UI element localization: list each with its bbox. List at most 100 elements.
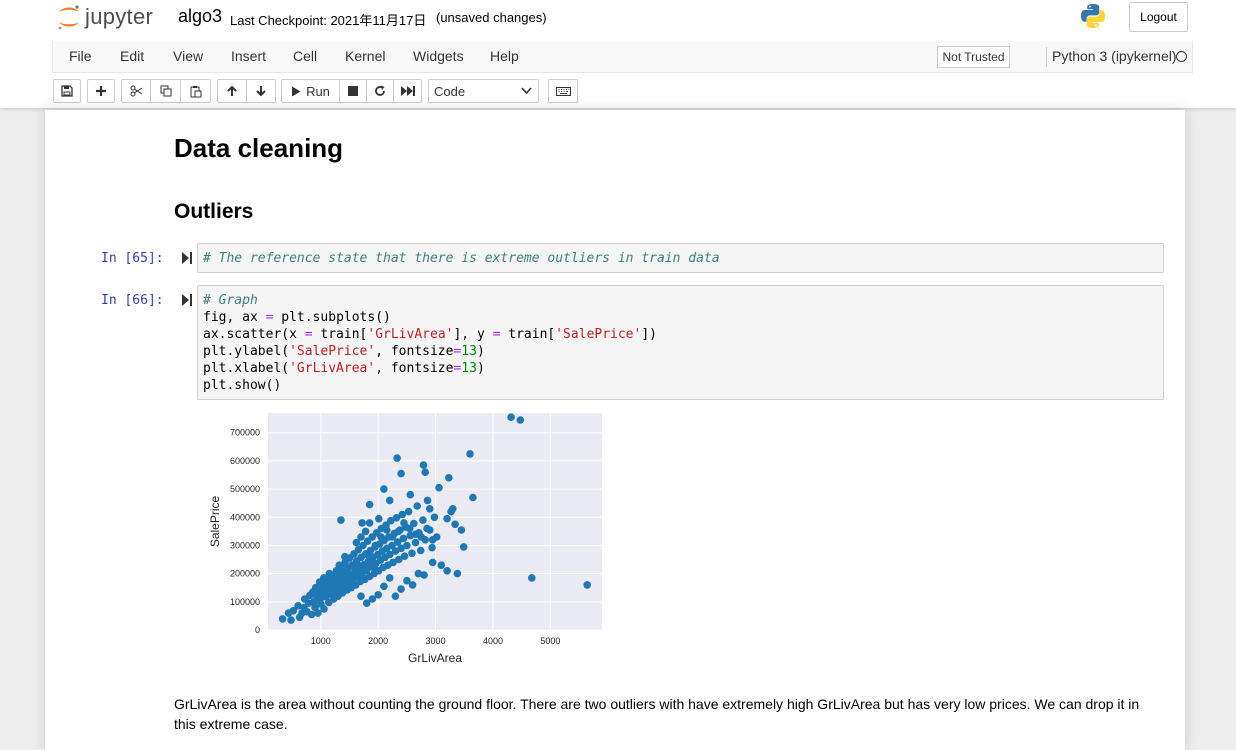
cell-66-run-icon[interactable]: [182, 294, 192, 306]
data-point: [383, 526, 391, 534]
x-axis-label: GrLivArea: [408, 651, 462, 665]
cell-65-prompt: In [65]:: [101, 251, 164, 266]
data-point: [449, 505, 457, 513]
stop-icon: [348, 86, 358, 96]
data-point: [428, 536, 437, 544]
data-point: [337, 586, 345, 595]
code-line: plt.show(): [203, 378, 282, 393]
data-point: [459, 543, 468, 551]
python-logo-icon: [1081, 4, 1105, 28]
data-point: [400, 552, 409, 560]
interrupt-button[interactable]: [339, 79, 367, 103]
data-point: [391, 592, 400, 600]
restart-run-all-button[interactable]: [393, 79, 422, 103]
data-point: [317, 588, 325, 596]
data-point: [413, 502, 421, 510]
arrow-down-icon: [256, 86, 266, 97]
command-palette-button[interactable]: [548, 79, 578, 103]
cell-66-input[interactable]: # Graph fig, ax = plt.subplots() ax.scatte…: [197, 285, 1164, 400]
menu-kernel[interactable]: Kernel: [345, 48, 385, 64]
menu-cell[interactable]: Cell: [293, 48, 317, 64]
code-line: ax.scatter(x = train['GrLivArea'], y = t…: [203, 327, 657, 342]
menu-widgets[interactable]: Widgets: [413, 48, 464, 64]
x-tick-label: 4000: [483, 636, 503, 646]
data-point: [466, 450, 474, 458]
data-point: [417, 533, 425, 541]
save-button[interactable]: [53, 79, 81, 103]
markdown-paragraph: GrLivArea is the area without counting t…: [174, 696, 1140, 732]
play-icon: [292, 86, 301, 96]
arrow-up-icon: [227, 85, 237, 96]
data-point: [583, 581, 591, 589]
run-button[interactable]: Run: [281, 79, 340, 103]
keyboard-icon: [555, 86, 571, 96]
menu-file[interactable]: File: [69, 48, 92, 64]
scatter-plot: 1000 2000 3000 4000 5000 0 100000 200000 300000 4…: [208, 413, 602, 665]
data-point: [403, 576, 411, 585]
notebook-header: jupyter algo3 Last Checkpoint: 2021年11月1…: [0, 0, 1236, 108]
save-icon: [61, 85, 73, 97]
y-tick-label: 400000: [230, 512, 260, 522]
menu-insert[interactable]: Insert: [231, 48, 266, 64]
data-point: [365, 500, 374, 509]
data-point: [393, 454, 401, 462]
code-line: # Graph: [203, 293, 258, 308]
run-label: Run: [306, 83, 330, 99]
x-tick-label: 2000: [368, 636, 388, 646]
menu-help[interactable]: Help: [490, 48, 519, 64]
data-point: [404, 507, 413, 516]
checkpoint-status: Last Checkpoint: 2021年11月17日: [230, 13, 427, 28]
cell-66-prompt: In [66]:: [101, 293, 164, 308]
cell-type-value: Code: [434, 83, 466, 99]
not-trusted-button[interactable]: Not Trusted: [937, 46, 1010, 68]
data-point: [437, 561, 446, 569]
fast-forward-icon: [400, 86, 415, 96]
markdown-heading-data-cleaning: Data cleaning: [174, 133, 344, 163]
data-point: [365, 519, 374, 527]
data-point: [371, 541, 380, 550]
data-point: [358, 519, 366, 527]
code-line: plt.ylabel('SalePrice', fontsize=13): [203, 344, 485, 359]
y-axis-label: SalePrice: [208, 495, 222, 547]
data-point: [507, 413, 515, 421]
data-point: [354, 561, 362, 569]
cut-button[interactable]: [121, 79, 151, 103]
code-line: plt.xlabel('GrLivArea', fontsize=13): [203, 361, 485, 376]
data-point: [423, 524, 431, 533]
data-point: [428, 558, 437, 567]
data-point: [443, 567, 451, 575]
data-point: [457, 526, 466, 534]
menubar: File Edit View Insert Cell Kernel Widget…: [52, 41, 1193, 73]
data-point: [399, 534, 408, 543]
data-point: [451, 520, 459, 529]
data-point: [419, 461, 428, 469]
cell-65-input[interactable]: # The reference state that there is extr…: [197, 243, 1164, 273]
restart-button[interactable]: [366, 79, 394, 103]
jupyter-logo[interactable]: jupyter: [57, 2, 153, 32]
logout-button[interactable]: Logout: [1129, 2, 1188, 32]
menu-view[interactable]: View: [173, 48, 203, 64]
data-point: [516, 416, 525, 424]
menu-edit[interactable]: Edit: [120, 48, 144, 64]
kernel-name: Python 3 (ipykernel): [1052, 48, 1177, 64]
data-point: [341, 552, 349, 561]
data-point: [348, 581, 357, 589]
kernel-idle-icon: [1176, 51, 1187, 62]
data-point: [411, 538, 420, 547]
data-point: [426, 505, 434, 513]
data-point: [360, 574, 368, 582]
copy-button[interactable]: [150, 79, 181, 103]
paste-icon: [190, 85, 201, 97]
cell-65-run-icon[interactable]: [182, 252, 192, 264]
paste-button[interactable]: [180, 79, 211, 103]
move-down-button[interactable]: [246, 79, 276, 103]
data-point: [443, 514, 451, 523]
data-point: [380, 485, 388, 493]
cell-type-select[interactable]: Code: [428, 79, 539, 103]
markdown-heading-outliers: Outliers: [174, 200, 254, 223]
notebook-name[interactable]: algo3: [178, 6, 222, 27]
y-tick-label: 300000: [230, 540, 260, 550]
insert-cell-button[interactable]: [87, 79, 115, 103]
move-up-button[interactable]: [217, 79, 247, 103]
copy-icon: [160, 85, 171, 97]
